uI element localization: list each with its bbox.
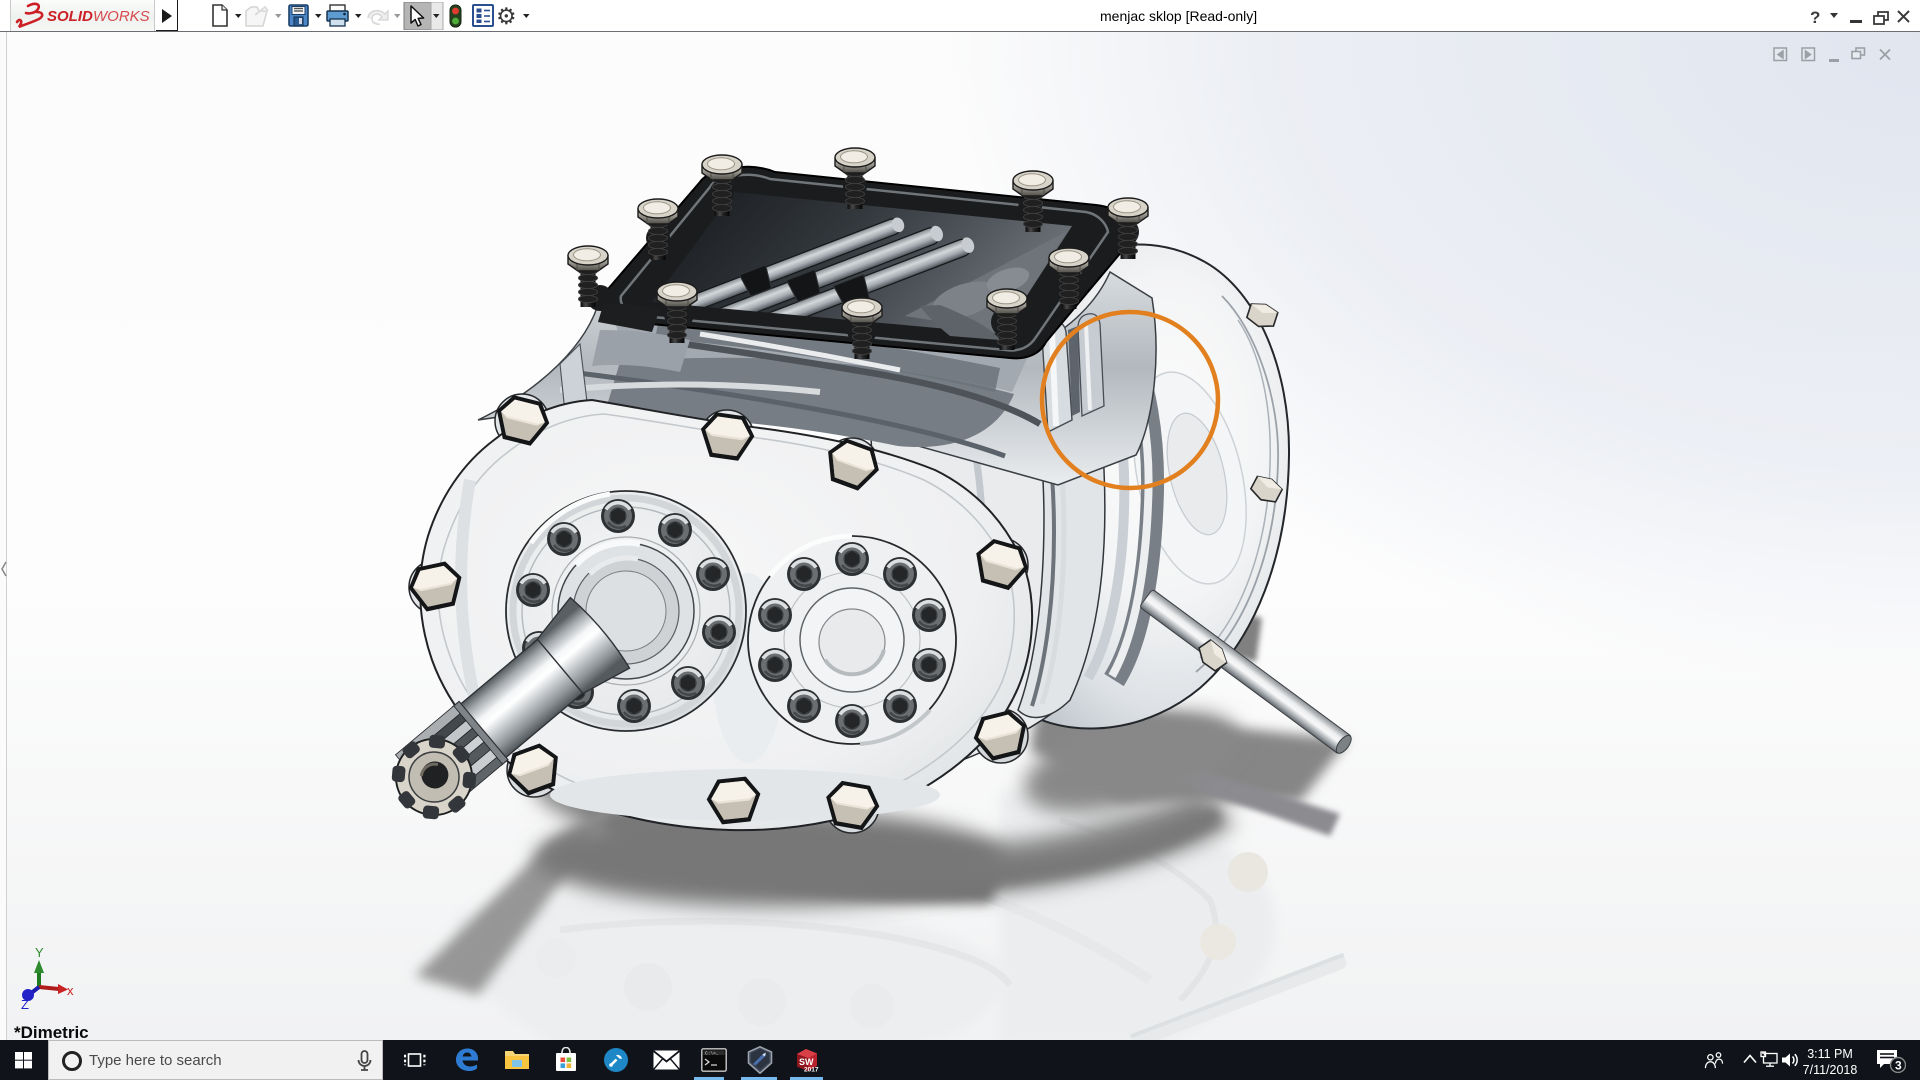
svg-text:⚙: ⚙ xyxy=(496,3,517,29)
svg-text:Z: Z xyxy=(21,997,29,1012)
svg-text:WORKS: WORKS xyxy=(93,8,150,25)
svg-text:?: ? xyxy=(1810,8,1820,27)
svg-text:3:11 PM: 3:11 PM xyxy=(1807,1047,1853,1061)
svg-text:7/11/2018: 7/11/2018 xyxy=(1803,1063,1858,1077)
svg-text:2017: 2017 xyxy=(804,1067,819,1074)
svg-text:SW: SW xyxy=(799,1057,814,1067)
svg-text:SOLID: SOLID xyxy=(47,8,93,25)
svg-text:x: x xyxy=(67,983,74,998)
svg-text:Y: Y xyxy=(35,945,44,960)
svg-text:C:\>_: C:\>_ xyxy=(705,1051,719,1057)
svg-text:3: 3 xyxy=(1895,1059,1902,1073)
